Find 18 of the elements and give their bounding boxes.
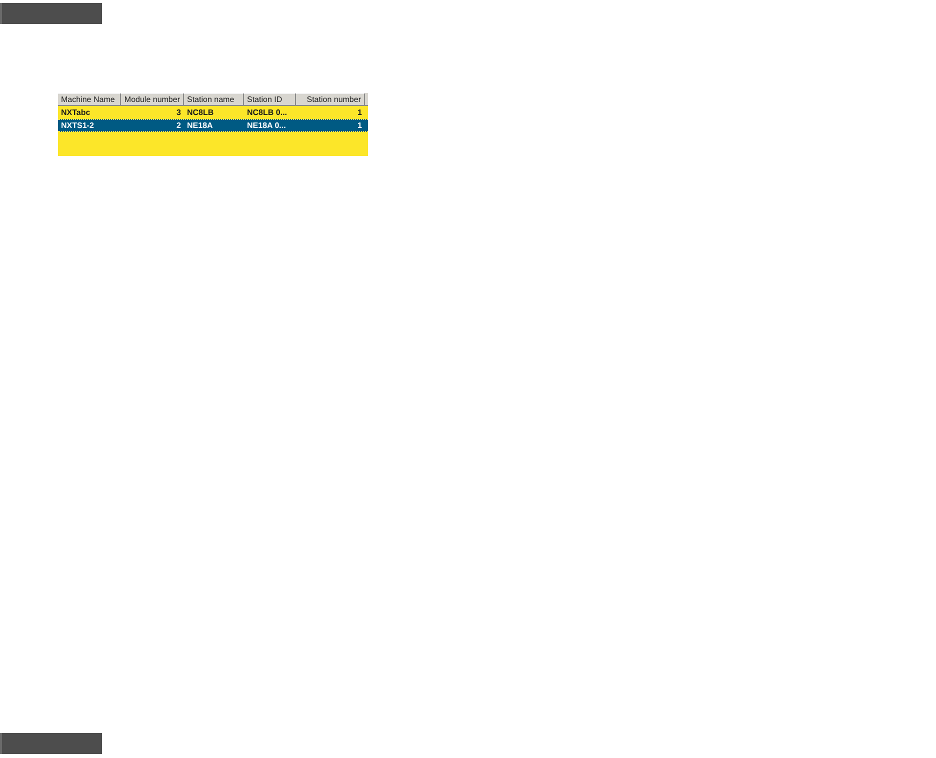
- table-cell-text: 1: [356, 120, 363, 131]
- table-cell-text: 2: [176, 120, 182, 131]
- table-row[interactable]: NXTS1-2 2 NE18A NE18A 0... 1: [58, 119, 368, 132]
- table-cell-text: NC8LB: [186, 106, 215, 118]
- column-header[interactable]: Machine Name: [58, 93, 121, 106]
- column-header[interactable]: Station name: [184, 93, 244, 106]
- column-header[interactable]: [365, 93, 368, 106]
- table-cell-text: NC8LB 0...: [246, 106, 288, 118]
- table-row[interactable]: NXTabc 3 NC8LB NC8LB 0... 1: [58, 106, 368, 119]
- table-cell-text: NE18A: [186, 120, 214, 131]
- table-cell-text: 1: [356, 106, 363, 118]
- table-cell-text: NXTabc: [60, 106, 92, 118]
- column-header[interactable]: Module number: [121, 93, 184, 106]
- table-cell-text: NXTS1-2: [60, 120, 95, 131]
- table-cell-text: NE18A 0...: [246, 120, 287, 131]
- column-header[interactable]: Station ID: [244, 93, 296, 106]
- table-cell-text: 3: [176, 106, 182, 118]
- column-header[interactable]: Station number: [296, 93, 365, 106]
